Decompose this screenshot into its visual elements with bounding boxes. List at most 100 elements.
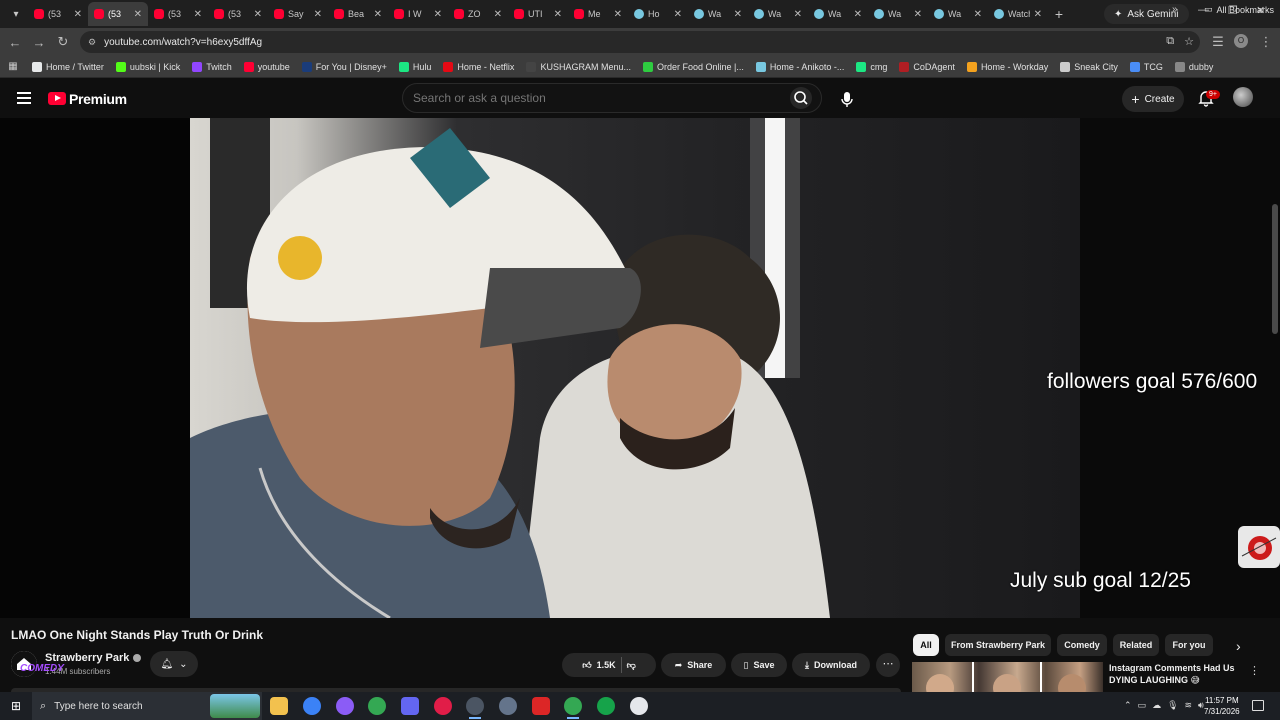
bookmark-item[interactable]: Home - Workday [961, 61, 1054, 72]
close-tab-icon[interactable]: ✕ [554, 9, 562, 20]
browser-tab[interactable]: Wa ✕ [688, 2, 748, 26]
browser-tab[interactable]: Say ✕ [268, 2, 328, 26]
account-avatar[interactable] [1233, 87, 1253, 107]
search-button[interactable] [790, 87, 812, 109]
url-text[interactable]: youtube.com/watch?v=h6exy5dffAg [104, 37, 262, 48]
share-button[interactable]: ➦ Share [661, 653, 726, 677]
chip-for-you[interactable]: For you [1165, 634, 1213, 656]
clock-app-icon[interactable] [630, 697, 648, 715]
browser-tab[interactable]: Watch T ✕ [988, 2, 1048, 26]
voice-search-button[interactable] [834, 86, 860, 112]
page-scrollbar[interactable] [1272, 204, 1278, 334]
bookmark-item[interactable]: KUSHAGRAM Menu... [520, 61, 637, 72]
acrobat-icon[interactable] [532, 697, 550, 715]
volume-icon[interactable]: 🔊︎ [1198, 700, 1204, 711]
bookmark-item[interactable]: Hulu [393, 61, 438, 72]
browser-tab[interactable]: Ho ✕ [628, 2, 688, 26]
close-tab-icon[interactable]: ✕ [734, 9, 742, 20]
browser-tab[interactable]: (53 ✕ [148, 2, 208, 26]
edge-icon[interactable] [303, 697, 321, 715]
close-tab-icon[interactable]: ✕ [1034, 9, 1042, 20]
back-icon[interactable]: ← [3, 35, 27, 50]
save-button[interactable]: ▯ Save [731, 653, 787, 677]
close-tab-icon[interactable]: ✕ [914, 9, 922, 20]
subscribed-notify-button[interactable]: 🔔︎ ⌄ [150, 651, 198, 677]
cloud-icon[interactable]: ☁ [1152, 700, 1161, 711]
close-tab-icon[interactable]: ✕ [74, 9, 82, 20]
thumbs-down-icon[interactable]: 👎︎ [627, 660, 636, 671]
browser-tab[interactable]: Wa ✕ [808, 2, 868, 26]
search-input[interactable] [413, 91, 773, 105]
video-player[interactable]: followers goal 576/600 July sub goal 12/… [0, 118, 1280, 618]
close-tab-icon[interactable]: ✕ [134, 9, 142, 20]
chevron-right-icon[interactable]: › [1236, 638, 1241, 654]
youtube-logo-icon[interactable] [48, 92, 66, 105]
site-info-icon[interactable]: ⚙ [88, 37, 96, 48]
browser-tab[interactable]: Wa ✕ [748, 2, 808, 26]
browser-tab[interactable]: (53 ✕ [208, 2, 268, 26]
chip-from-channel[interactable]: From Strawberry Park [945, 634, 1051, 656]
bookmark-item[interactable]: Order Food Online |... [637, 61, 750, 72]
close-tab-icon[interactable]: ✕ [854, 9, 862, 20]
install-app-icon[interactable]: ⧉ [1166, 35, 1174, 48]
close-tab-icon[interactable]: ✕ [314, 9, 322, 20]
bookmark-item[interactable]: dubby [1169, 61, 1220, 72]
chrome-alt-icon[interactable] [597, 697, 615, 715]
bookmark-star-icon[interactable]: ☆ [1184, 35, 1194, 48]
kebab-menu-icon[interactable]: ⋮ [1254, 34, 1278, 50]
video-frame[interactable] [190, 118, 1080, 618]
bookmark-item[interactable]: TCG [1124, 61, 1169, 72]
more-bookmarks-icon[interactable]: » [1172, 4, 1178, 15]
obs-icon[interactable] [466, 697, 484, 719]
tab-search-chevron-icon[interactable]: ▾ [4, 3, 28, 25]
reading-list-icon[interactable]: ☰ [1206, 34, 1230, 50]
close-tab-icon[interactable]: ✕ [254, 9, 262, 20]
new-tab-button[interactable]: + [1048, 6, 1070, 22]
profile-avatar[interactable]: O [1234, 34, 1248, 48]
game-controller-icon[interactable] [401, 697, 419, 715]
chrome-profile-icon[interactable] [564, 697, 582, 719]
bookmark-item[interactable]: Home - Netflix [437, 61, 520, 72]
bookmark-item[interactable]: Home - Anikoto -... [750, 61, 851, 72]
browser-tab[interactable]: I W ✕ [388, 2, 448, 26]
browser-tab[interactable]: Wa ✕ [928, 2, 988, 26]
recommendation-title[interactable]: Instagram Comments Had Us DYING LAUGHING… [1109, 662, 1241, 686]
floating-sticker-image[interactable] [1238, 526, 1280, 568]
bookmark-item[interactable]: For You | Disney+ [296, 61, 393, 72]
youtube-premium-label[interactable]: Premium [69, 91, 127, 107]
chip-comedy[interactable]: Comedy [1057, 634, 1107, 656]
bookmark-item[interactable]: uubski | Kick [110, 61, 186, 72]
more-actions-button[interactable]: ⋯ [876, 653, 900, 677]
forward-icon[interactable]: → [27, 35, 51, 50]
network-icon[interactable]: ▭ [1138, 700, 1147, 711]
wifi-icon[interactable]: ≋ [1185, 700, 1193, 711]
bookmark-item[interactable]: Sneak City [1054, 61, 1124, 72]
chip-all[interactable]: All [913, 634, 939, 656]
browser-tab[interactable]: (53 ✕ [88, 2, 148, 26]
bookmark-item[interactable]: cmg [850, 61, 893, 72]
close-tab-icon[interactable]: ✕ [674, 9, 682, 20]
chip-related[interactable]: Related [1113, 634, 1159, 656]
bookmark-item[interactable]: Twitch [186, 61, 238, 72]
close-tab-icon[interactable]: ✕ [974, 9, 982, 20]
recommendation-menu-icon[interactable]: ⋮ [1249, 664, 1260, 677]
taskbar-search-placeholder[interactable]: Type here to search [54, 701, 142, 712]
search-box[interactable] [402, 83, 822, 113]
media-player-icon[interactable] [434, 697, 452, 715]
reload-icon[interactable]: ↻ [51, 34, 75, 50]
browser-tab[interactable]: UTI ✕ [508, 2, 568, 26]
close-tab-icon[interactable]: ✕ [194, 9, 202, 20]
close-tab-icon[interactable]: ✕ [614, 9, 622, 20]
create-button[interactable]: + Create [1122, 86, 1184, 112]
taskbar-clock[interactable]: 11:57 PM 7/31/2026 [1204, 695, 1240, 717]
close-tab-icon[interactable]: ✕ [434, 9, 442, 20]
close-tab-icon[interactable]: ✕ [794, 9, 802, 20]
file-explorer-icon[interactable] [270, 697, 288, 715]
all-bookmarks-button[interactable]: ▭ All Bookmarks [1204, 4, 1274, 15]
menu-icon[interactable] [17, 92, 31, 104]
chrome-icon[interactable] [368, 697, 386, 715]
close-tab-icon[interactable]: ✕ [494, 9, 502, 20]
bookmark-item[interactable]: Home / Twitter [26, 61, 110, 72]
close-tab-icon[interactable]: ✕ [374, 9, 382, 20]
like-button[interactable]: 👍︎ 1.5K [582, 660, 615, 671]
